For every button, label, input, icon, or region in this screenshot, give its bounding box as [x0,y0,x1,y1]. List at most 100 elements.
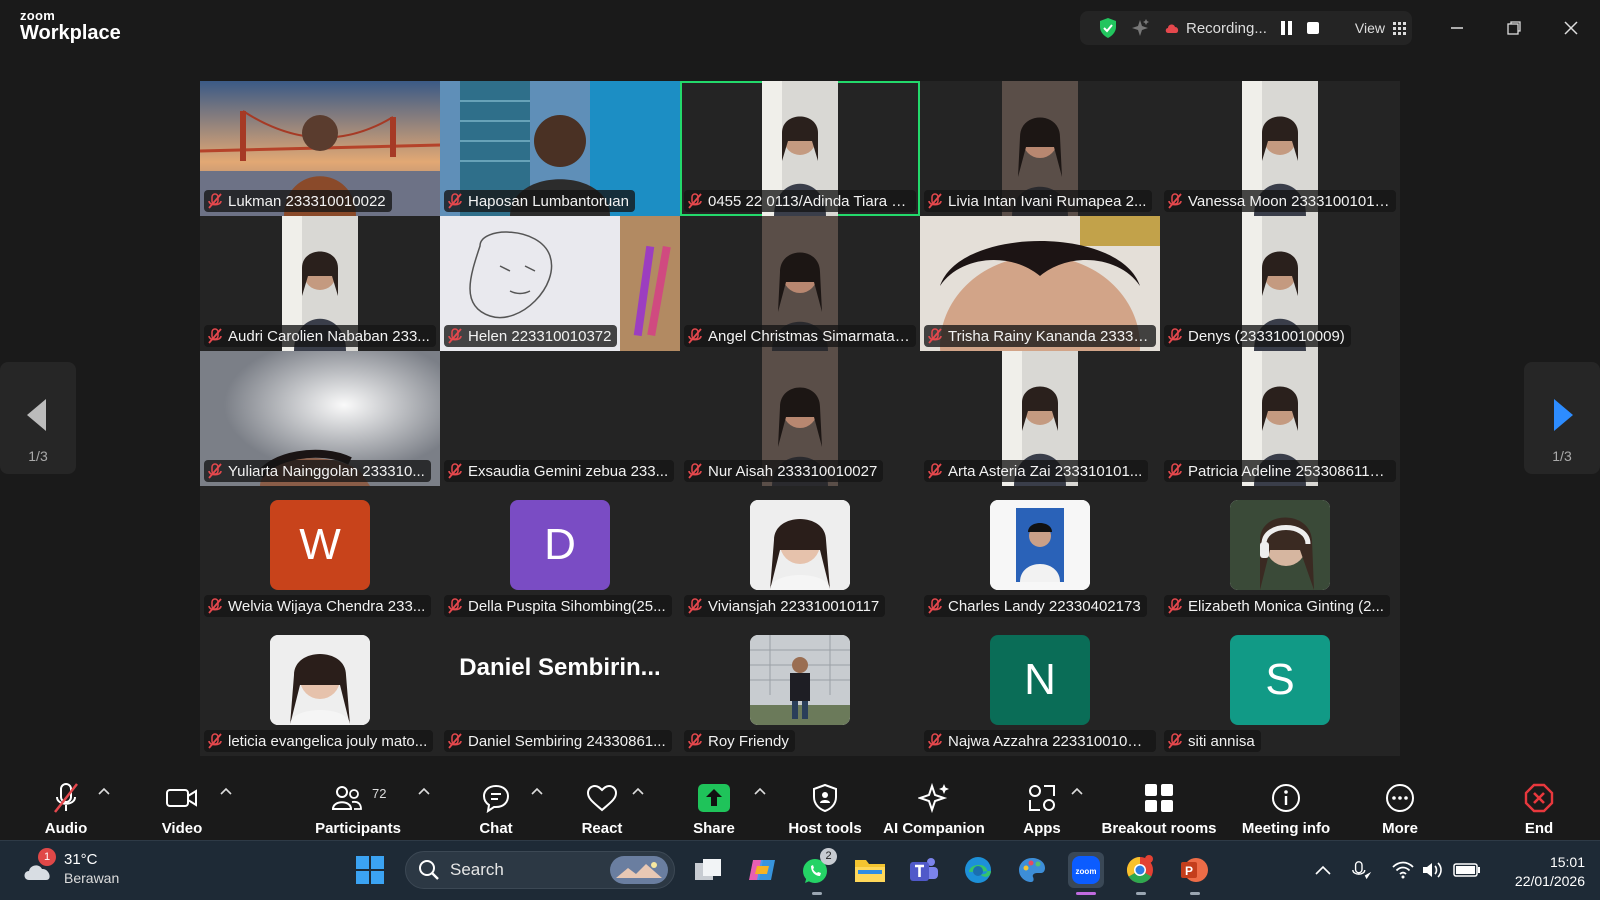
participant-tile[interactable]: Elizabeth Monica Ginting (2... [1160,486,1400,621]
view-button[interactable]: View [1355,20,1406,36]
host-tools-button[interactable]: Host tools [784,768,866,840]
chat-icon [478,780,514,816]
whatsapp-app[interactable]: 2 [798,848,837,888]
minimize-icon [1451,27,1463,29]
zoom-app-icon: zoom [1072,856,1100,884]
participant-name-label: leticia evangelica jouly mato... [204,730,434,752]
participant-tile[interactable]: D Della Puspita Sihombing(25... [440,486,680,621]
zoom-app[interactable]: zoom [1068,852,1104,888]
battery-icon[interactable] [1453,859,1481,881]
chat-options-chevron-icon[interactable] [531,786,543,796]
chrome-app[interactable] [1122,852,1158,888]
participant-tile[interactable]: Arta Asteria Zai 233310101... [920,351,1160,486]
participant-tile[interactable]: Angel Christmas Simarmata ... [680,216,920,351]
participant-tile[interactable]: leticia evangelica jouly mato... [200,621,440,756]
participants-button[interactable]: 72 Participants [312,768,404,840]
participant-name-label: Elizabeth Monica Ginting (2... [1164,595,1390,617]
muted-mic-icon [688,733,702,749]
copilot-app[interactable] [744,852,780,888]
powerpoint-app[interactable]: P [1176,852,1212,888]
audio-button[interactable]: Audio [38,768,94,840]
participants-count: 72 [372,786,387,801]
share-button[interactable]: Share [690,768,738,840]
participant-tile[interactable]: Daniel Sembirin... Daniel Sembiring 24330… [440,621,680,756]
muted-mic-icon [688,463,702,479]
muted-mic-icon [928,193,942,209]
start-button[interactable] [352,852,388,888]
video-options-chevron-icon[interactable] [220,786,232,796]
paint-palette-icon [1019,858,1045,882]
ai-companion-button[interactable]: AI Companion [882,768,986,840]
participant-tile[interactable]: Patricia Adeline 2533086118... [1160,351,1400,486]
wifi-icon[interactable] [1392,859,1414,881]
minimize-button[interactable] [1442,14,1472,42]
participant-tile[interactable]: 0455 22 0113/Adinda Tiara grec... [680,81,920,216]
participant-tile[interactable]: Vanessa Moon 233310010105 [1160,81,1400,216]
participant-tile[interactable]: Livia Intan Ivani Rumapea 2... [920,81,1160,216]
participant-tile[interactable]: Nur Aisah 233310010027 [680,351,920,486]
muted-mic-icon [208,598,222,614]
meeting-info-button[interactable]: Meeting info [1240,768,1332,840]
participant-name: Yuliarta Nainggolan 233310... [228,462,425,480]
weather-widget[interactable]: 1 31°C Berawan [22,847,119,886]
brand-small: zoom [20,8,56,23]
microphone-in-use-icon[interactable] [1351,859,1373,881]
participant-tile[interactable]: Viviansjah 223310010117 [680,486,920,621]
close-button[interactable] [1556,14,1586,42]
title-bar: zoom Workplace Recording... View [0,0,1600,56]
taskbar-search[interactable]: Search [405,851,675,889]
teams-app[interactable] [906,852,942,888]
participant-tile[interactable]: W Welvia Wijaya Chendra 233... [200,486,440,621]
participant-tile[interactable]: Denys (233310010009) [1160,216,1400,351]
muted-mic-icon [928,328,942,344]
stop-recording-icon[interactable] [1306,22,1319,34]
recording-status: Recording... [1186,19,1267,37]
file-explorer-app[interactable] [852,852,888,888]
task-view-button[interactable] [690,852,726,888]
edge-app[interactable] [960,852,996,888]
brand-big: Workplace [20,22,121,44]
apps-options-chevron-icon[interactable] [1071,786,1083,796]
pause-recording-icon[interactable] [1280,21,1293,35]
volume-icon[interactable] [1421,859,1443,881]
share-options-chevron-icon[interactable] [754,786,766,796]
audio-options-chevron-icon[interactable] [98,786,110,796]
ai-companion-label: AI Companion [883,820,985,837]
react-button[interactable]: React [580,768,624,840]
muted-mic-icon [448,598,462,614]
participant-tile[interactable]: Ssiti annisa [1160,621,1400,756]
react-options-chevron-icon[interactable] [632,786,644,796]
paint-app[interactable] [1014,852,1050,888]
next-page-button[interactable]: 1/3 [1524,362,1600,474]
participant-tile[interactable]: Roy Friendy [680,621,920,756]
chrome-running-indicator [1136,892,1146,895]
participant-name: Charles Landy 22330402173 [948,597,1141,615]
participant-tile[interactable]: Audri Carolien Nababan 233... [200,216,440,351]
encryption-shield-icon[interactable] [1098,17,1118,39]
breakout-rooms-button[interactable]: Breakout rooms [1101,768,1217,840]
video-button[interactable]: Video [152,768,212,840]
apps-button[interactable]: Apps [1020,768,1064,840]
heart-icon [584,780,620,816]
show-hidden-icons-button[interactable] [1312,859,1334,881]
apps-label: Apps [1023,820,1061,837]
participant-tile[interactable]: Charles Landy 22330402173 [920,486,1160,621]
participants-options-chevron-icon[interactable] [418,786,430,796]
recording-bar: Recording... View [1080,11,1412,45]
participant-tile[interactable]: Haposan Lumbantoruan [440,81,680,216]
participant-tile[interactable]: Lukman 233310010022 [200,81,440,216]
end-meeting-button[interactable]: End [1512,768,1566,840]
ai-sparkle-icon[interactable] [1130,18,1150,38]
more-button[interactable]: More [1376,768,1424,840]
previous-page-button[interactable]: 1/3 [0,362,76,474]
restore-button[interactable] [1499,14,1529,42]
participant-tile[interactable]: Yuliarta Nainggolan 233310... [200,351,440,486]
muted-mic-icon [448,328,462,344]
chat-button[interactable]: Chat [474,768,518,840]
participant-tile[interactable]: N Najwa Azzahra 223310010074 [920,621,1160,756]
participant-tile[interactable]: Trisha Rainy Kananda 23331... [920,216,1160,351]
participant-tile[interactable]: Helen 223310010372 [440,216,680,351]
participant-name: Angel Christmas Simarmata ... [708,327,910,345]
participant-tile[interactable]: Exsaudia Gemini zebua 233... [440,351,680,486]
system-clock[interactable]: 15:01 22/01/2026 [1495,853,1585,891]
